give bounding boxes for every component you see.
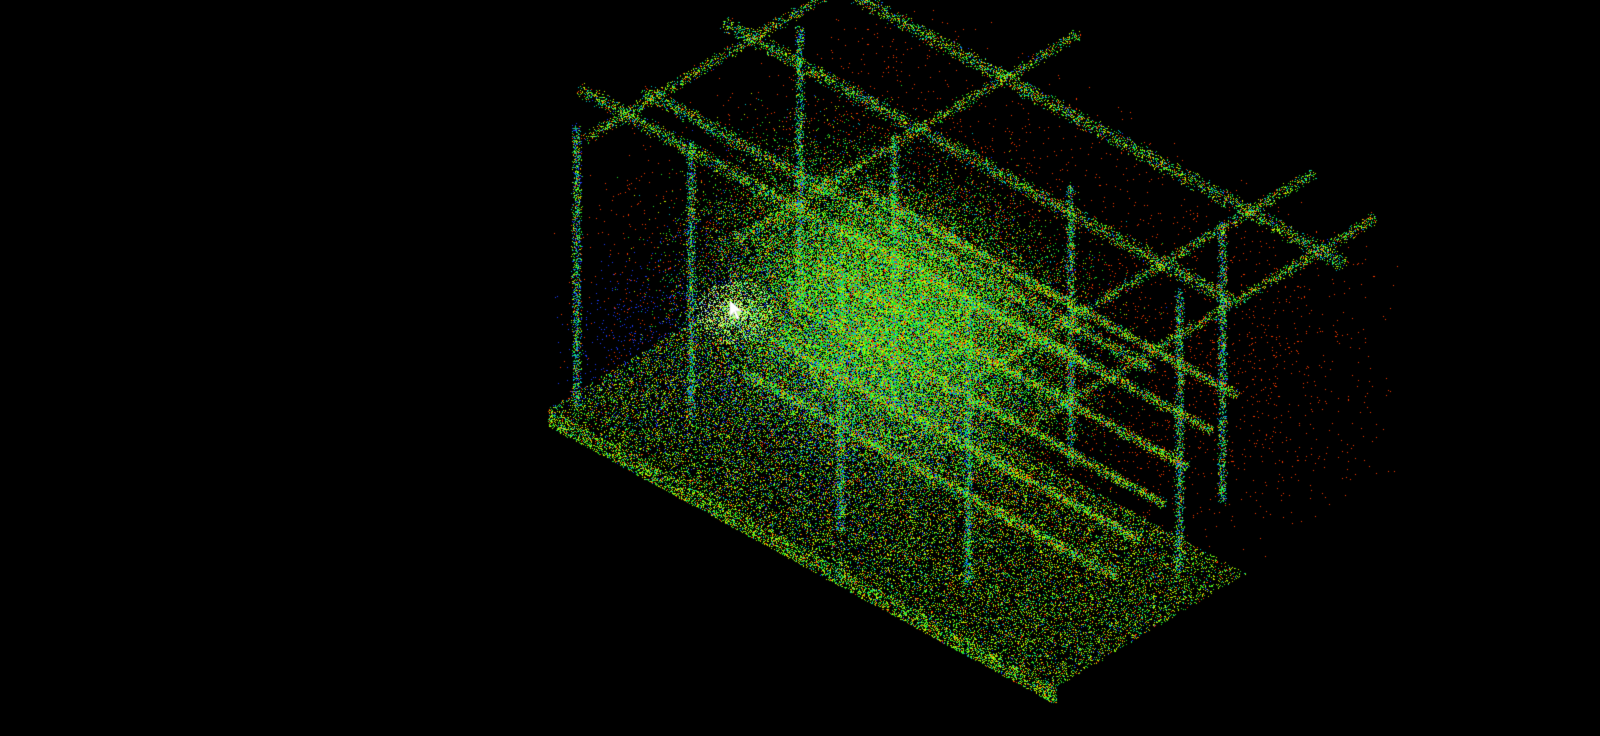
point-cloud-canvas[interactable]	[0, 0, 1600, 736]
point-cloud-viewport[interactable]	[0, 0, 1600, 736]
